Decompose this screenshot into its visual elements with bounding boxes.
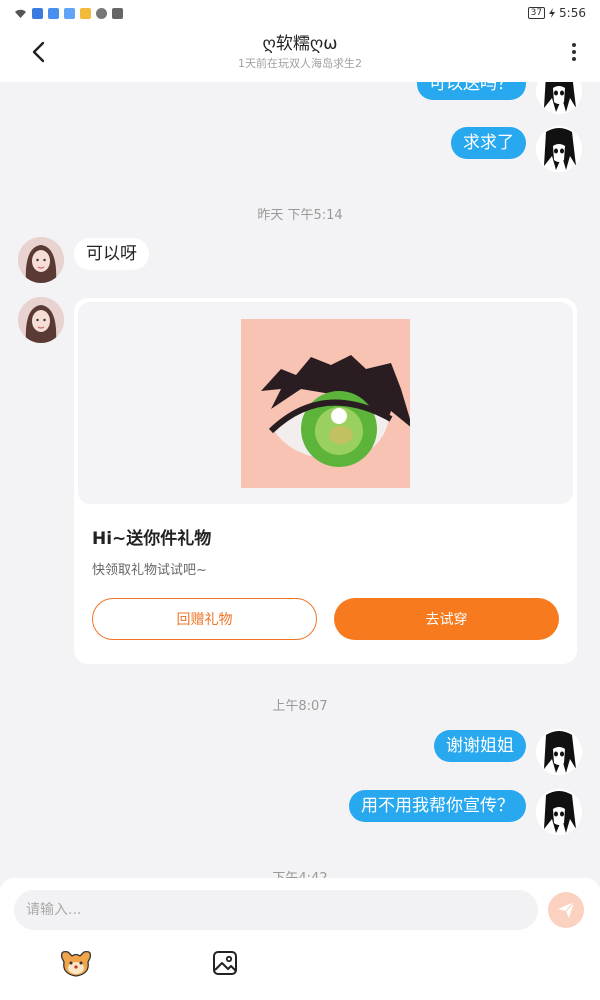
- avatar-contact[interactable]: [18, 237, 64, 283]
- try-on-button[interactable]: 去试穿: [334, 598, 559, 640]
- clock: 5:56: [559, 6, 586, 20]
- image-picker-button[interactable]: [210, 948, 240, 978]
- gift-image[interactable]: [241, 319, 410, 488]
- contact-name: ღ软糯ღω: [262, 34, 338, 54]
- anime-avatar-icon: [544, 82, 576, 112]
- message-bubble-outgoing[interactable]: 求求了: [451, 127, 526, 159]
- avatar-me[interactable]: [536, 789, 582, 835]
- gift-title: Hi~送你件礼物: [92, 529, 212, 549]
- battery-indicator: 37: [527, 7, 546, 19]
- timestamp: 下午4:42: [0, 867, 600, 878]
- message-bubble-outgoing[interactable]: 用不用我帮你宣传？: [349, 790, 526, 822]
- anime-eye-icon: [241, 319, 410, 488]
- anime-avatar-icon: [544, 731, 576, 773]
- avatar-me[interactable]: [536, 126, 582, 172]
- mascot-sticker-button[interactable]: [58, 948, 94, 980]
- back-button[interactable]: [24, 38, 52, 66]
- avatar-me[interactable]: [536, 82, 582, 114]
- app-message-icon: [64, 7, 75, 19]
- girl-avatar-icon: [18, 237, 64, 283]
- status-icons: [14, 7, 123, 19]
- return-gift-button[interactable]: 回赠礼物: [92, 598, 317, 640]
- more-vertical-icon: [572, 43, 576, 47]
- message-input-bar: [0, 878, 600, 1000]
- app-blue-icon: [32, 7, 43, 19]
- message-bubble-outgoing[interactable]: 可以送吗？: [417, 82, 526, 100]
- gift-description: 快领取礼物试试吧~: [92, 563, 207, 578]
- anime-avatar-icon: [544, 128, 576, 170]
- send-button[interactable]: [548, 892, 584, 928]
- avatar-contact[interactable]: [18, 297, 64, 343]
- status-right: 37 5:56: [527, 6, 586, 20]
- app-game-icon: [80, 7, 91, 19]
- header-title-group: ღ软糯ღω 1天前在玩双人海岛求生2: [150, 32, 450, 72]
- image-icon: [213, 951, 237, 975]
- timestamp: 昨天 下午5:14: [257, 208, 343, 223]
- message-bubble-outgoing[interactable]: 谢谢姐姐: [434, 730, 526, 762]
- mascot-sticker-icon: [60, 950, 92, 977]
- message-bubble-incoming[interactable]: 可以呀: [74, 238, 149, 270]
- status-bar: 37 5:56: [0, 0, 600, 26]
- app-gray-icon: [112, 7, 123, 19]
- wechat-icon: [96, 7, 107, 19]
- timestamp: 上午8:07: [272, 699, 328, 714]
- anime-avatar-icon: [544, 791, 576, 833]
- gift-image-area: [78, 302, 573, 504]
- more-options-button[interactable]: [566, 38, 582, 66]
- send-icon: [558, 901, 575, 918]
- avatar-me[interactable]: [536, 729, 582, 775]
- message-input[interactable]: [14, 890, 538, 930]
- contact-status: 1天前在玩双人海岛求生2: [238, 57, 362, 70]
- chevron-left-icon: [32, 41, 45, 63]
- gift-card[interactable]: Hi~送你件礼物 快领取礼物试试吧~ 回赠礼物 去试穿: [74, 298, 577, 664]
- app-calendar-icon: [48, 7, 59, 19]
- wifi-icon: [15, 9, 26, 18]
- chat-header: ღ软糯ღω 1天前在玩双人海岛求生2: [0, 26, 600, 82]
- charging-icon: [549, 8, 556, 18]
- girl-avatar-icon: [18, 297, 64, 343]
- chat-message-list[interactable]: 可以送吗？ 求求了 昨天 下午5:14 可以呀 Hi~送你件礼物 快领取礼物试试…: [0, 82, 600, 878]
